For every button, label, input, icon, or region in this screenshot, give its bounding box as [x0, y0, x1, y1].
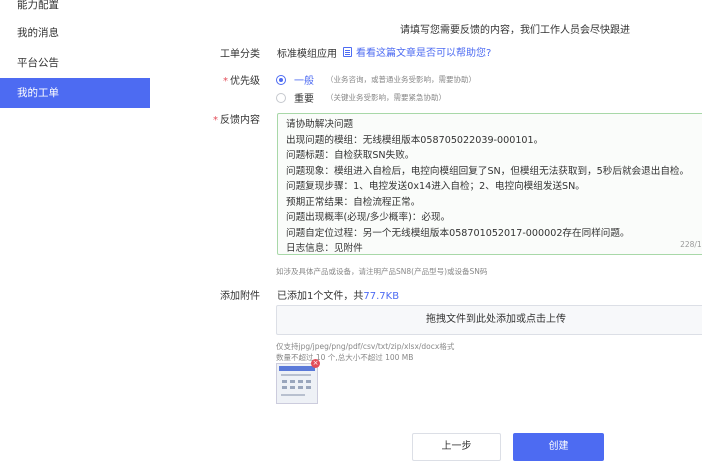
sn-hint: 如涉及具体产品或设备，请注明产品SN8(产品型号)或设备SN码 [276, 267, 488, 276]
thumbnail-line [281, 394, 305, 396]
previous-step-button[interactable]: 上一步 [412, 433, 501, 461]
feedback-line: 问题复现步骤：1、电控发送0x14进入自检；2、电控向模组发送SN。 [286, 181, 585, 192]
sidebar-item-capability-config[interactable]: 能力配置 [0, 0, 150, 20]
form-notice: 请填写您需要反馈的内容，我们工作人员会尽快跟进 [400, 25, 630, 36]
attachment-total-size: 77.7KB [363, 291, 400, 302]
category-label: 工单分类 [220, 49, 260, 60]
thumbnail-cell [282, 380, 287, 383]
sidebar-item-label: 平台公告 [17, 57, 59, 69]
feedback-line: 问题自定位过程：另一个无线模组版本058701052017-000002存在同样… [286, 227, 630, 239]
required-mark: * [213, 115, 218, 126]
priority-option-important[interactable]: 重要 （关键业务受影响，需要紧急协助） [276, 90, 446, 105]
priority-normal-desc: （业务咨询，或普通业务受影响，需要协助） [326, 75, 476, 84]
thumbnail-cell [290, 380, 295, 383]
help-link-text: 看看这篇文章是否可以帮助您? [356, 48, 492, 59]
attachment-summary-prefix: 已添加1个文件，共 [277, 291, 364, 302]
feedback-line: 问题标题：自检获取SN失败。 [286, 150, 415, 161]
thumbnail-line [281, 374, 311, 376]
document-icon [343, 46, 352, 57]
feedback-text: 请协助解决问题出现问题的模组：无线模组版本058705022039-000101… [286, 117, 689, 257]
priority-option-normal[interactable]: 一般 （业务咨询，或普通业务受影响，需要协助） [276, 72, 476, 87]
feedback-textarea[interactable]: 请协助解决问题出现问题的模组：无线模组版本058705022039-000101… [277, 113, 702, 255]
sidebar: 能力配置 我的消息 平台公告 我的工单 [0, 0, 150, 468]
feedback-line: 请协助解决问题 [286, 119, 354, 130]
sidebar-item-label: 能力配置 [17, 0, 59, 11]
thumbnail-cell [306, 386, 311, 389]
help-article-link[interactable]: 看看这篇文章是否可以帮助您? [343, 44, 491, 59]
thumbnail-cell [290, 386, 295, 389]
feedback-label-text: 反馈内容 [220, 115, 260, 126]
create-button[interactable]: 创建 [513, 433, 604, 461]
sidebar-item-my-tickets[interactable]: 我的工单 [0, 78, 150, 108]
priority-label-text: 优先级 [230, 76, 260, 87]
priority-important-desc: （关键业务受影响，需要紧急协助） [326, 93, 446, 102]
thumbnail-cell [298, 380, 303, 383]
feedback-line: 日志信息：见附件 [286, 243, 363, 254]
sidebar-item-label: 我的工单 [17, 87, 59, 99]
thumbnail-cell [298, 386, 303, 389]
priority-label: * 优先级 [200, 72, 260, 87]
allowed-formats: 仅支持jpg/jpeg/png/pdf/csv/txt/zip/xlsx/doc… [276, 342, 455, 351]
character-counter: 228/1000 [680, 240, 702, 249]
sidebar-item-announcements[interactable]: 平台公告 [0, 48, 150, 78]
radio-unchecked-icon[interactable] [276, 92, 286, 103]
upload-limits: 数量不超过 10 个,总大小不超过 100 MB [276, 353, 414, 362]
feedback-line: 出现问题的模组：无线模组版本058705022039-000101。 [286, 134, 544, 146]
feedback-line: 问题现象：模组进入自检后，电控向模组回复了SN，但模组无法获取到，5秒后就会退出… [286, 165, 690, 177]
thumbnail-cell [282, 386, 287, 389]
category-value: 标准模组应用 [277, 49, 337, 60]
thumbnail-cell [306, 380, 311, 383]
upload-dropzone[interactable]: 拖拽文件到此处添加或点击上传 [276, 305, 702, 335]
feedback-label: * 反馈内容 [200, 111, 260, 126]
feedback-line: 预期正常结果：自检流程正常。 [286, 196, 421, 208]
ticket-form: 请填写您需要反馈的内容，我们工作人员会尽快跟进 工单分类 标准模组应用 看看这篇… [150, 0, 702, 468]
attachment-label: 添加附件 [220, 291, 260, 302]
radio-checked-icon[interactable] [276, 74, 286, 85]
priority-important-label: 重要 [294, 94, 314, 105]
required-mark: * [223, 76, 228, 87]
sidebar-item-label: 我的消息 [17, 27, 59, 39]
sidebar-item-my-messages[interactable]: 我的消息 [0, 18, 150, 48]
delete-attachment-icon[interactable]: × [311, 359, 320, 368]
feedback-line: 问题出现概率(必现/多少概率)：必现。 [286, 212, 451, 223]
attachment-summary: 已添加1个文件，共77.7KB [277, 287, 399, 302]
thumbnail-header [279, 366, 315, 371]
attachment-thumbnail[interactable] [276, 363, 318, 404]
priority-normal-label: 一般 [294, 76, 314, 87]
